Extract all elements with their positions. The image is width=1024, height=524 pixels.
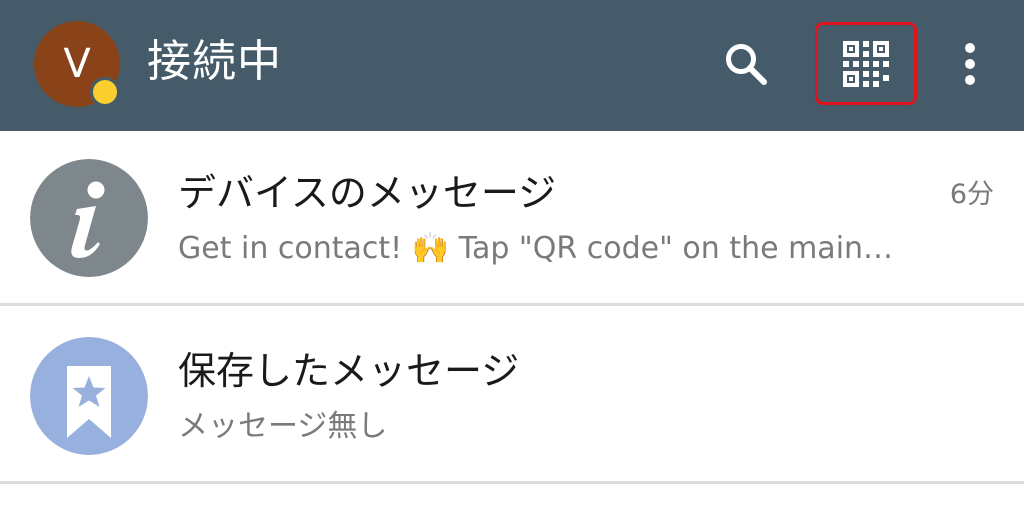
connection-status-dot [90, 77, 120, 107]
chat-list-screen: V 接続中 デバイスのメッセージ Get in contact! 🙌 Tap "… [0, 0, 1024, 524]
list-divider [0, 303, 1024, 306]
account-initial: V [63, 41, 91, 87]
info-icon [30, 159, 148, 277]
raised-hands-emoji: 🙌 [411, 231, 450, 266]
chat-list-item[interactable]: デバイスのメッセージ Get in contact! 🙌 Tap "QR cod… [0, 131, 1024, 303]
chat-preview: メッセージ無し [178, 409, 388, 444]
chat-avatar [30, 159, 148, 277]
qr-code-icon [843, 40, 889, 87]
chat-preview-text: Get in contact! [178, 231, 412, 266]
app-header: V 接続中 [0, 0, 1024, 131]
chat-title: 保存したメッセージ [178, 349, 520, 393]
search-icon [726, 44, 767, 85]
search-button[interactable] [712, 30, 780, 98]
list-divider [0, 481, 1024, 484]
chat-title: デバイスのメッセージ [178, 171, 557, 215]
qr-code-button[interactable] [815, 22, 917, 105]
chat-preview: Get in contact! 🙌 Tap "QR code" on the m… [178, 228, 898, 270]
chat-list-item[interactable]: 保存したメッセージ メッセージ無し [0, 309, 1024, 481]
chat-preview-text-continued: Tap "QR code" on the main… [449, 231, 894, 266]
connection-status-title: 接続中 [147, 36, 282, 87]
more-options-button[interactable] [940, 30, 1000, 98]
chat-avatar [30, 337, 148, 455]
more-vertical-icon [965, 43, 975, 85]
chat-timestamp: 6分 [949, 179, 994, 210]
bookmark-star-icon [30, 337, 148, 455]
